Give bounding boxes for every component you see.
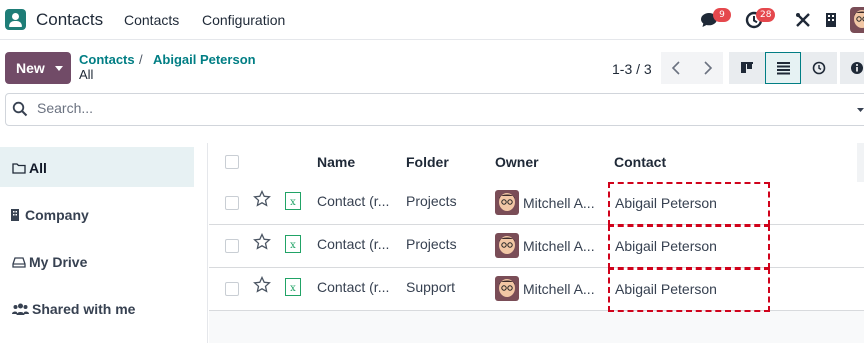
cell-owner: Mitchell A... xyxy=(523,281,595,297)
optional-columns-toggle[interactable] xyxy=(857,143,864,183)
messages-badge: 9 xyxy=(713,8,731,22)
sidebar-item-company[interactable]: Company xyxy=(0,194,190,234)
search-dropdown-toggle-icon[interactable] xyxy=(855,104,864,116)
list-icon xyxy=(777,62,790,75)
spreadsheet-file-icon: x xyxy=(285,192,301,210)
row-checkbox[interactable] xyxy=(225,196,239,210)
pager-previous-button[interactable] xyxy=(661,52,692,84)
search-bar[interactable] xyxy=(5,93,864,126)
breadcrumb-separator: / xyxy=(139,52,143,67)
new-button-label: New xyxy=(16,60,45,76)
star-icon[interactable] xyxy=(253,233,271,251)
breadcrumb-root[interactable]: Contacts xyxy=(79,52,135,67)
folder-sidebar: All Company My Drive Shared with me xyxy=(0,143,208,343)
sidebar-item-shared-with-me[interactable]: Shared with me xyxy=(0,288,194,328)
cell-name: Contact (r... xyxy=(317,193,390,209)
list-view-button[interactable] xyxy=(765,52,801,84)
search-icon xyxy=(12,101,28,117)
column-header-name[interactable]: Name xyxy=(317,154,355,170)
select-all-checkbox[interactable] xyxy=(225,155,239,169)
pager-next-button[interactable] xyxy=(692,52,723,84)
sidebar-item-all[interactable]: All xyxy=(0,147,194,187)
user-avatar[interactable] xyxy=(850,7,864,33)
activity-view-button[interactable] xyxy=(801,52,837,84)
cell-folder: Projects xyxy=(406,236,457,252)
cell-folder: Support xyxy=(406,279,456,295)
breadcrumb-current[interactable]: Abigail Peterson xyxy=(153,52,256,67)
tools-icon[interactable] xyxy=(793,10,813,30)
users-icon xyxy=(12,303,29,315)
spreadsheet-file-icon: x xyxy=(285,235,301,253)
column-header-contact[interactable]: Contact xyxy=(614,154,666,170)
info-button[interactable] xyxy=(840,52,864,84)
cell-name: Contact (r... xyxy=(317,236,390,252)
kanban-icon xyxy=(741,62,753,73)
caret-down-icon xyxy=(55,66,63,71)
app-title[interactable]: Contacts xyxy=(36,10,103,30)
folder-icon xyxy=(12,163,26,174)
svg-text:x: x xyxy=(290,240,296,251)
cell-name: Contact (r... xyxy=(317,279,390,295)
owner-avatar xyxy=(495,190,519,215)
sidebar-item-label: Company xyxy=(25,207,89,223)
owner-avatar xyxy=(495,276,519,301)
svg-text:x: x xyxy=(290,197,296,208)
star-icon[interactable] xyxy=(253,190,271,208)
building-icon xyxy=(11,209,19,221)
top-navbar: Contacts Contacts Configuration 9 28 xyxy=(0,0,864,40)
chevron-left-icon xyxy=(671,61,680,75)
row-checkbox[interactable] xyxy=(225,239,239,253)
cell-contact[interactable]: Abigail Peterson xyxy=(615,195,717,211)
cell-contact[interactable]: Abigail Peterson xyxy=(615,281,717,297)
search-input[interactable]: Search... xyxy=(37,100,93,116)
sidebar-item-label: All xyxy=(29,160,47,176)
pager-value[interactable]: 1-3 / 3 xyxy=(612,61,652,77)
star-icon[interactable] xyxy=(253,276,271,294)
contacts-app-icon[interactable] xyxy=(5,9,26,30)
svg-text:x: x xyxy=(290,283,296,294)
cell-contact[interactable]: Abigail Peterson xyxy=(615,238,717,254)
column-header-folder[interactable]: Folder xyxy=(406,154,449,170)
cell-owner: Mitchell A... xyxy=(523,238,595,254)
company-building-icon[interactable] xyxy=(821,10,841,30)
menu-configuration[interactable]: Configuration xyxy=(202,12,285,28)
sidebar-item-label: Shared with me xyxy=(32,301,136,317)
row-checkbox[interactable] xyxy=(225,282,239,296)
sidebar-item-label: My Drive xyxy=(29,254,88,270)
hdd-icon xyxy=(12,257,26,268)
chevron-right-icon xyxy=(704,61,713,75)
cell-owner: Mitchell A... xyxy=(523,195,595,211)
spreadsheet-file-icon: x xyxy=(285,278,301,296)
sidebar-item-my-drive[interactable]: My Drive xyxy=(0,241,194,281)
activities-badge: 28 xyxy=(756,8,776,22)
column-header-owner[interactable]: Owner xyxy=(495,154,539,170)
info-icon xyxy=(851,62,863,74)
clock-icon xyxy=(812,61,826,75)
new-button[interactable]: New xyxy=(5,52,71,84)
cell-folder: Projects xyxy=(406,193,457,209)
owner-avatar xyxy=(495,233,519,258)
menu-contacts[interactable]: Contacts xyxy=(124,12,179,28)
kanban-view-button[interactable] xyxy=(729,52,765,84)
breadcrumb-subtitle: All xyxy=(79,67,94,82)
